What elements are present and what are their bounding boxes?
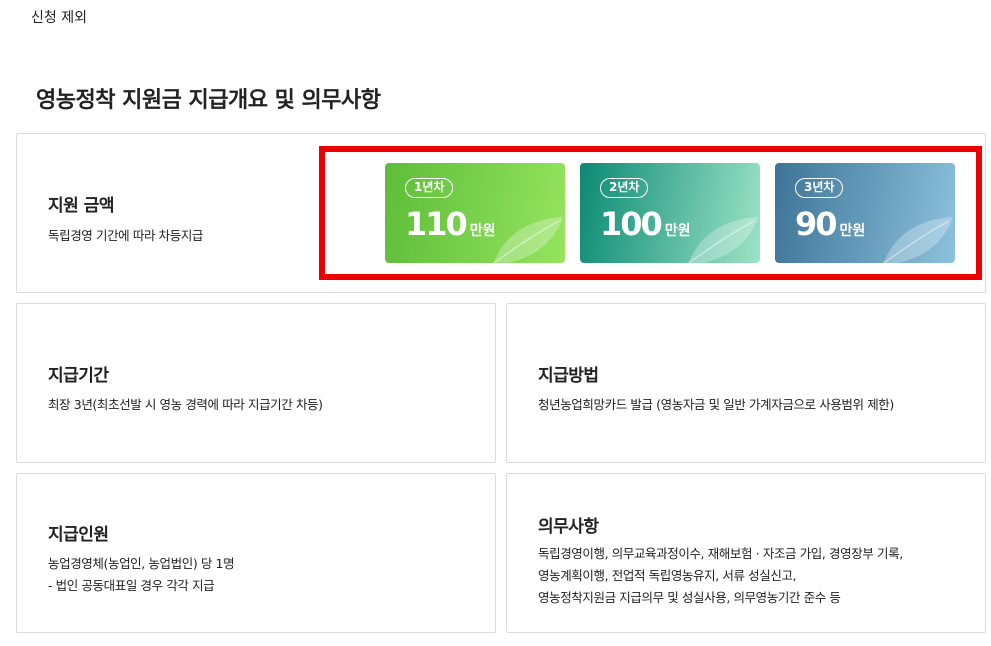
payment-period-card: 지급기간 최장 3년(최초선발 시 영농 경력에 따라 지급기간 차등) xyxy=(16,303,496,463)
obligations-desc-line: 독립경영이행, 의무교육과정이수, 재해보험 · 자조금 가입, 경영장부 기록… xyxy=(538,546,903,561)
recipient-desc-line: 농업경영체(농업인, 농업법인) 당 1명 xyxy=(48,556,235,571)
tier-badge: 3년차 xyxy=(795,178,844,198)
tier-badge: 1년차 xyxy=(405,178,454,198)
tier-amount-number: 90 xyxy=(795,205,838,243)
tier-amount-unit: 만원 xyxy=(839,223,866,239)
support-amount-desc: 독립경영 기간에 따라 차등지급 xyxy=(48,228,204,243)
obligations-card: 의무사항 독립경영이행, 의무교육과정이수, 재해보험 · 자조금 가입, 경영… xyxy=(506,473,986,633)
tier-card-year-2: 2년차 100 만원 xyxy=(580,163,760,263)
recipient-desc: 농업경영체(농업인, 농업법인) 당 1명 - 법인 공동대표일 경우 각각 지… xyxy=(48,553,235,597)
tier-amount: 100 만원 xyxy=(600,205,691,243)
leaf-icon xyxy=(687,217,758,263)
support-amount-card: 지원 금액 독립경영 기간에 따라 차등지급 1년차 110 만원 2년차 100… xyxy=(16,133,986,293)
leaf-icon xyxy=(882,217,953,263)
recipient-desc-line: - 법인 공동대표일 경우 각각 지급 xyxy=(48,578,215,593)
obligations-desc: 독립경영이행, 의무교육과정이수, 재해보험 · 자조금 가입, 경영장부 기록… xyxy=(538,543,903,609)
tier-amount: 110 만원 xyxy=(405,205,496,243)
tier-card-year-1: 1년차 110 만원 xyxy=(385,163,565,263)
obligations-title: 의무사항 xyxy=(538,517,599,537)
page-title: 영농정착 지원금 지급개요 및 의무사항 xyxy=(36,88,381,113)
payment-method-desc: 청년농업희망카드 발급 (영농자금 및 일반 가계자금으로 사용범위 제한) xyxy=(538,397,894,412)
tier-amount-number: 100 xyxy=(600,205,663,243)
tier-amount-number: 110 xyxy=(405,205,468,243)
tier-amount: 90 만원 xyxy=(795,205,865,243)
leaf-icon xyxy=(492,217,563,263)
payment-period-desc: 최장 3년(최초선발 시 영농 경력에 따라 지급기간 차등) xyxy=(48,397,323,412)
top-note: 신청 제외 xyxy=(31,10,87,26)
tier-card-year-3: 3년차 90 만원 xyxy=(775,163,955,263)
support-amount-title: 지원 금액 xyxy=(48,196,114,216)
payment-method-card: 지급방법 청년농업희망카드 발급 (영농자금 및 일반 가계자금으로 사용범위 … xyxy=(506,303,986,463)
tier-badge: 2년차 xyxy=(600,178,649,198)
obligations-desc-line: 영농계획이행, 전업적 독립영농유지, 서류 성실신고, xyxy=(538,568,797,583)
recipient-card: 지급인원 농업경영체(농업인, 농업법인) 당 1명 - 법인 공동대표일 경우… xyxy=(16,473,496,633)
obligations-desc-line: 영농정착지원금 지급의무 및 성실사용, 의무영농기간 준수 등 xyxy=(538,590,841,605)
recipient-title: 지급인원 xyxy=(48,525,109,545)
payment-period-title: 지급기간 xyxy=(48,366,109,386)
payment-method-title: 지급방법 xyxy=(538,366,599,386)
